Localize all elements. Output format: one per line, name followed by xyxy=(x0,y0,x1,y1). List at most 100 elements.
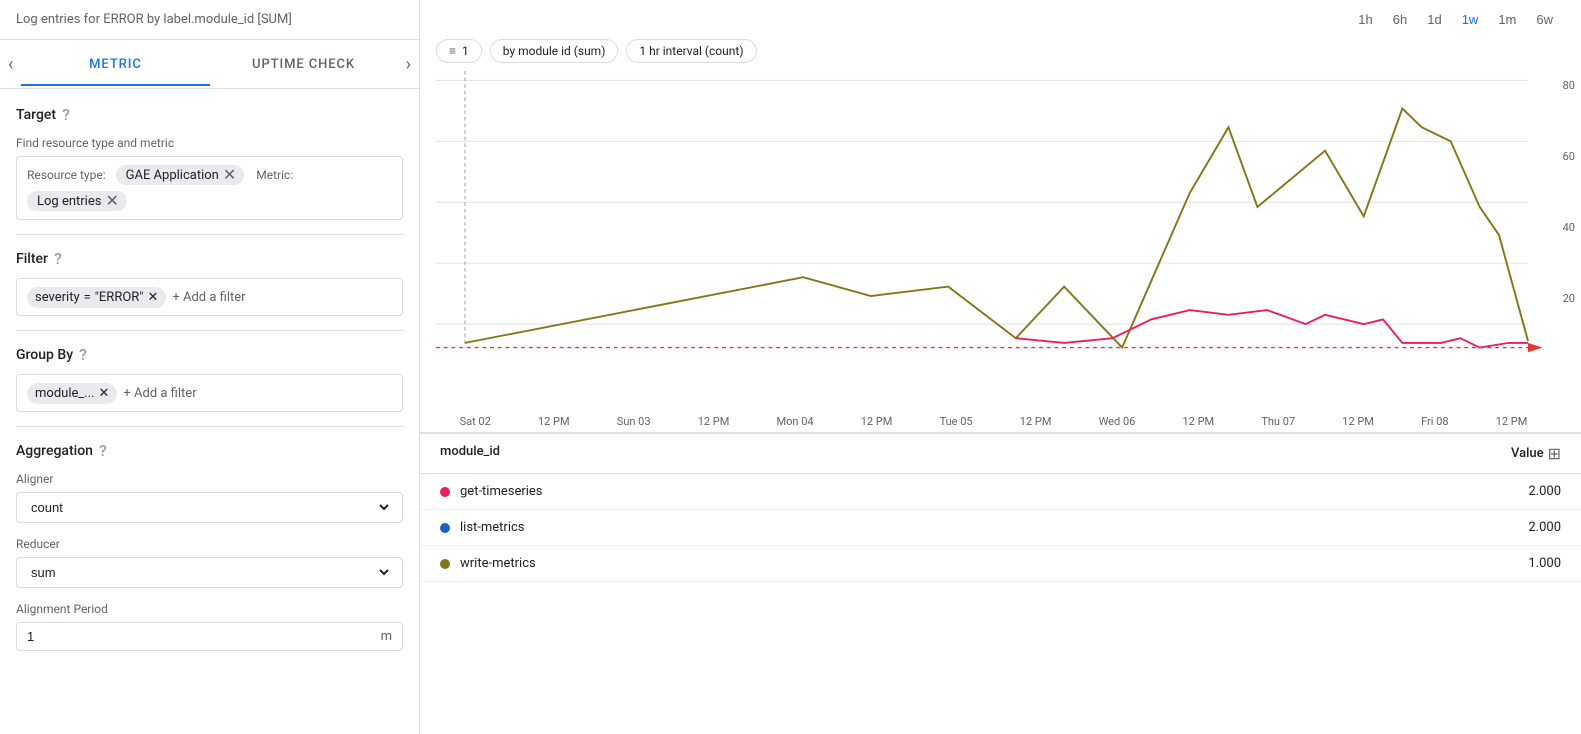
x-label-12pm-6: 12 PM xyxy=(1342,415,1374,428)
y-axis-labels: 80 60 40 20 xyxy=(1563,71,1575,371)
x-label-12pm-7: 12 PM xyxy=(1496,415,1528,428)
filter-help-icon[interactable]: ? xyxy=(54,249,62,268)
target-section-label: Target ? xyxy=(16,105,403,124)
value-col-header: Value xyxy=(1511,446,1544,461)
dot-write-metrics xyxy=(440,559,450,569)
resource-metric-chip-row: Resource type: GAE Application ✕ Metric:… xyxy=(16,156,403,220)
time-btn-6h[interactable]: 6h xyxy=(1385,8,1415,31)
find-resource-label: Find resource type and metric xyxy=(16,136,403,150)
metric-label: Metric: xyxy=(256,168,293,182)
reducer-select-row[interactable]: sum mean min max count xyxy=(16,557,403,588)
tab-prev-button[interactable]: ‹ xyxy=(0,40,21,88)
aligner-label: Aligner xyxy=(16,472,403,486)
metric-close-icon[interactable]: ✕ xyxy=(105,193,118,209)
resource-type-close-icon[interactable]: ✕ xyxy=(223,167,236,183)
group-by-close-icon[interactable]: ✕ xyxy=(99,386,110,401)
metric-chip[interactable]: Log entries ✕ xyxy=(27,191,127,211)
chart-container: 80 60 40 20 xyxy=(420,71,1581,411)
divider-1 xyxy=(16,234,403,235)
value-list-metrics: 2.000 xyxy=(1528,520,1561,535)
reducer-label: Reducer xyxy=(16,537,403,551)
x-label-12pm-1: 12 PM xyxy=(538,415,570,428)
x-label-12pm-2: 12 PM xyxy=(698,415,730,428)
alignment-period-input-row: m xyxy=(16,622,403,651)
tab-metric[interactable]: METRIC xyxy=(21,43,209,86)
x-label-sun03: Sun 03 xyxy=(617,415,651,428)
group-by-section-label: Group By ? xyxy=(16,345,403,364)
x-label-wed06: Wed 06 xyxy=(1099,415,1136,428)
module-id-col-header: module_id xyxy=(440,444,500,463)
top-bar: 1h 6h 1d 1w 1m 6w xyxy=(420,0,1581,39)
right-panel: 1h 6h 1d 1w 1m 6w ≡ 1 by module id (sum)… xyxy=(420,0,1581,734)
legend-row-list-metrics: list-metrics 2.000 xyxy=(420,510,1581,546)
time-btn-1w[interactable]: 1w xyxy=(1454,8,1487,31)
filter-op: = xyxy=(84,290,91,305)
tab-uptime-check[interactable]: UPTIME CHECK xyxy=(210,43,398,86)
group-by-help-icon[interactable]: ? xyxy=(79,345,87,364)
reducer-select[interactable]: sum mean min max count xyxy=(27,564,392,581)
aggregation-section-label: Aggregation ? xyxy=(16,441,403,460)
tab-next-button[interactable]: › xyxy=(398,40,419,88)
group-by-add-button[interactable]: + Add a filter xyxy=(123,386,196,401)
value-get-timeseries: 2.000 xyxy=(1528,484,1561,499)
filter-pill-module[interactable]: by module id (sum) xyxy=(490,39,619,63)
filter-close-icon[interactable]: ✕ xyxy=(147,290,158,305)
filter-chip[interactable]: severity = "ERROR" ✕ xyxy=(27,287,166,308)
value-write-metrics: 1.000 xyxy=(1528,556,1561,571)
alignment-period-label: Alignment Period xyxy=(16,602,403,616)
dot-get-timeseries xyxy=(440,487,450,497)
time-btn-1h[interactable]: 1h xyxy=(1350,8,1380,31)
x-label-fri08: Fri 08 xyxy=(1421,415,1448,428)
group-by-chip[interactable]: module_... ✕ xyxy=(27,383,117,404)
target-help-icon[interactable]: ? xyxy=(62,105,70,124)
resource-type-label: Resource type: xyxy=(27,168,106,182)
x-label-12pm-5: 12 PM xyxy=(1183,415,1215,428)
alignment-period-input[interactable] xyxy=(27,629,381,644)
time-btn-1m[interactable]: 1m xyxy=(1490,8,1524,31)
y-label-20: 20 xyxy=(1563,292,1575,305)
dot-list-metrics xyxy=(440,523,450,533)
filter-key: severity xyxy=(35,290,80,305)
value-col-header-area: Value ⊞ xyxy=(1511,444,1561,463)
aggregation-help-icon[interactable]: ? xyxy=(99,441,107,460)
legend-row-write-metrics: write-metrics 1.000 xyxy=(420,546,1581,582)
filter-pill-count[interactable]: ≡ 1 xyxy=(436,39,482,63)
filter-add-button[interactable]: + Add a filter xyxy=(172,290,245,305)
alignment-period-unit: m xyxy=(381,629,392,644)
tabs-row: ‹ METRIC UPTIME CHECK › xyxy=(0,40,419,89)
filter-lines-icon: ≡ xyxy=(449,44,456,58)
x-label-mon04: Mon 04 xyxy=(777,415,814,428)
legend-row-get-timeseries: get-timeseries 2.000 xyxy=(420,474,1581,510)
filter-pill-interval-label: 1 hr interval (count) xyxy=(639,44,743,58)
grid-icon[interactable]: ⊞ xyxy=(1548,444,1561,463)
x-axis-labels: Sat 02 12 PM Sun 03 12 PM Mon 04 12 PM T… xyxy=(420,411,1581,433)
divider-2 xyxy=(16,330,403,331)
filter-pill-count-label: 1 xyxy=(462,44,469,58)
resource-type-chip[interactable]: GAE Application ✕ xyxy=(116,165,245,185)
y-label-80: 80 xyxy=(1563,79,1575,92)
aligner-select[interactable]: count sum mean min max xyxy=(27,499,392,516)
label-list-metrics: list-metrics xyxy=(460,520,525,535)
divider-3 xyxy=(16,426,403,427)
label-get-timeseries: get-timeseries xyxy=(460,484,543,499)
filter-pill-interval[interactable]: 1 hr interval (count) xyxy=(626,39,756,63)
y-label-60: 60 xyxy=(1563,150,1575,163)
label-write-metrics: write-metrics xyxy=(460,556,536,571)
y-label-40: 40 xyxy=(1563,221,1575,234)
time-btn-6w[interactable]: 6w xyxy=(1528,8,1561,31)
panel-title: Log entries for ERROR by label.module_id… xyxy=(0,0,419,40)
time-btn-1d[interactable]: 1d xyxy=(1419,8,1449,31)
x-label-12pm-4: 12 PM xyxy=(1020,415,1052,428)
left-panel: Log entries for ERROR by label.module_id… xyxy=(0,0,420,734)
chart-svg xyxy=(436,71,1557,371)
x-label-tue05: Tue 05 xyxy=(940,415,973,428)
filter-section-label: Filter ? xyxy=(16,249,403,268)
chart-filters: ≡ 1 by module id (sum) 1 hr interval (co… xyxy=(420,39,1581,71)
aligner-select-row[interactable]: count sum mean min max xyxy=(16,492,403,523)
legend-header: module_id Value ⊞ xyxy=(420,434,1581,474)
filter-value: "ERROR" xyxy=(95,290,144,305)
group-by-chip-row: module_... ✕ + Add a filter xyxy=(16,374,403,412)
legend-table: module_id Value ⊞ get-timeseries 2.000 l… xyxy=(420,433,1581,582)
x-label-12pm-3: 12 PM xyxy=(861,415,893,428)
filter-pill-module-label: by module id (sum) xyxy=(503,44,606,58)
